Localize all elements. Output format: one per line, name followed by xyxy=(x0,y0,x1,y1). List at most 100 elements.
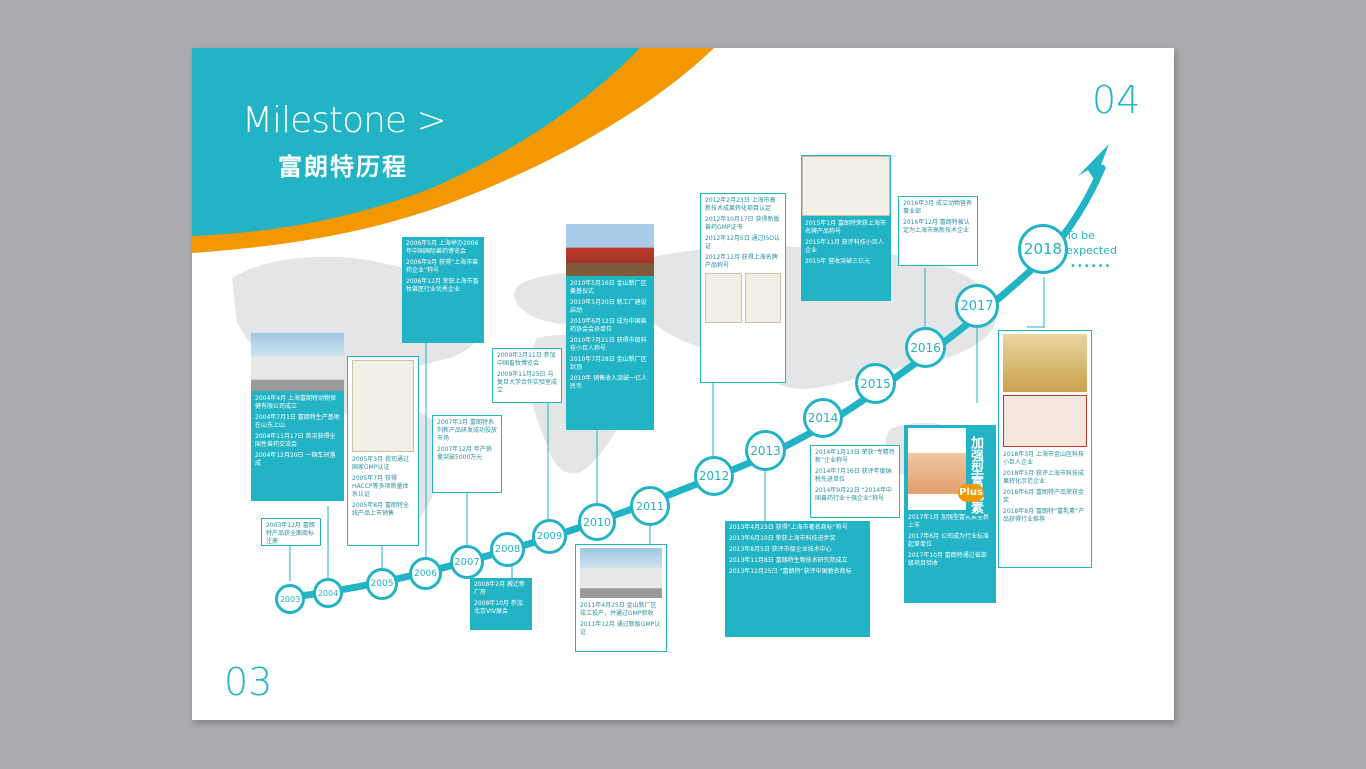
milestone-entry: 2015年11月 获评科技小巨人企业 xyxy=(805,239,884,254)
milestone-entry: 2009年3月11日 参加中国畜牧博览会 xyxy=(497,352,556,367)
milestone-entry: 2003年12月 富朗特产品获全面商标注册 xyxy=(266,522,315,545)
milestone-box-2015: 2015年1月 富朗特荣获上海市名牌产品称号 2015年11月 获评科技小巨人企… xyxy=(801,155,891,301)
year-node-2015: 2015 xyxy=(855,363,896,404)
milestone-entry: 2012年2月23日 上海市高新技术成果转化项目认定 xyxy=(705,197,776,212)
milestone-entry: 2008年2月 搬迁新厂房 xyxy=(474,581,525,596)
ceremony-photo xyxy=(566,224,654,276)
milestone-box-2013: 2013年4月23日 获得“上海市著名商标”称号 2013年6月10日 荣获上海… xyxy=(725,521,870,637)
milestone-box-2003: 2003年12月 富朗特产品获全面商标注册 xyxy=(261,518,321,546)
milestone-entry: 2007年12月 年产销量突破5000万元 xyxy=(437,446,492,461)
milestone-entry: 2012年12月5日 通过ISO认证 xyxy=(705,235,780,250)
milestone-entry: 2014年1月13日 荣获“专精特新”企业称号 xyxy=(815,449,895,464)
title-milestone: Milestone > xyxy=(242,100,447,141)
milestone-entry: 2017年6月 公司成为行业标准起草单位 xyxy=(908,533,989,548)
milestone-entry: 2018年6月 富朗特产品荣获金奖 xyxy=(1003,489,1084,504)
milestone-box-2008: 2008年2月 搬迁新厂房 2008年10月 参加北京VIV展会 xyxy=(470,578,532,630)
milestone-entry: 2010年7月21日 获得市级科技小巨人称号 xyxy=(570,337,647,352)
certificate-image xyxy=(802,156,890,216)
certificate-image xyxy=(705,273,742,323)
year-node-2017: 2017 xyxy=(955,284,999,328)
milestone-entry: 2010年5月20日 新工厂建设启动 xyxy=(570,299,647,314)
certificate-image xyxy=(352,360,414,452)
milestone-entry: 2014年9月22日 “2014年中国兽药行业十强企业”称号 xyxy=(815,487,893,502)
milestone-entry: 2016年3月 成立动物营养事业部 xyxy=(903,200,972,215)
certificate-row xyxy=(705,273,781,323)
future-dots: •••••• xyxy=(1070,261,1112,272)
product-name-tag: 加强型富乳素 xyxy=(966,434,984,516)
award-certificate-image xyxy=(1003,395,1087,447)
milestone-entry: 2004年4月 上海富朗特动物保健有限公司成立 xyxy=(255,395,336,410)
milestone-entry: 2012年12月 获得上海名牌产品称号 xyxy=(705,254,778,269)
milestone-box-2007: 2007年3月 富朗特系列新产品研发成功投放市场 2007年12月 年产销量突破… xyxy=(432,415,502,493)
milestone-entry: 2004年12月20日 一期车间落成 xyxy=(255,452,336,467)
milestone-box-2005: 2005年3月 我司通过国家GMP认证 2005年7月 获得HACCP等多项质量… xyxy=(347,356,419,546)
milestone-entry: 2011年4月25日 金山新厂区竣工投产，并通过GMP验收 xyxy=(580,602,657,617)
year-node-2008: 2008 xyxy=(490,532,525,567)
milestone-entry: 2014年7月16日 获评年度纳税先进单位 xyxy=(815,468,892,483)
year-node-2014: 2014 xyxy=(803,398,843,438)
milestone-entry: 2005年8月 富朗特全线产品上市销售 xyxy=(352,502,409,517)
milestone-entry: 2010年5月16日 金山新厂区奠基仪式 xyxy=(570,280,647,295)
milestone-entry: 2013年8月5日 获评市级企业技术中心 xyxy=(729,546,832,553)
milestone-entry: 2015年 营收突破三亿元 xyxy=(805,258,871,265)
milestone-entry: 2005年7月 获得HACCP等多项质量体系认证 xyxy=(352,475,409,498)
product-package-image xyxy=(908,428,966,510)
year-node-2012: 2012 xyxy=(694,456,734,496)
milestone-box-2014: 2014年1月13日 荣获“专精特新”企业称号 2014年7月16日 获评年度纳… xyxy=(810,445,900,518)
milestone-entry: 2004年7月1日 富朗特生产基地在山东上山 xyxy=(255,414,340,429)
title-chinese: 富朗特历程 xyxy=(278,153,408,181)
milestone-box-2016: 2016年3月 成立动物营养事业部 2016年12月 富朗特被认定为上海市高新技… xyxy=(898,196,978,266)
milestone-entry: 2013年6月10日 荣获上海市科技进步奖 xyxy=(729,535,836,542)
milestone-entry: 2015年1月 富朗特荣获上海市名牌产品称号 xyxy=(805,220,886,235)
milestone-box-2012: 2012年2月23日 上海市高新技术成果转化项目认定 2012年10月17日 获… xyxy=(700,193,786,383)
milestone-entry: 2006年9月 获得“上海市兽药企业”称号 xyxy=(406,259,479,274)
year-node-2003: 2003 xyxy=(275,584,305,614)
year-node-2006: 2006 xyxy=(409,557,442,590)
year-node-2016: 2016 xyxy=(905,327,946,368)
milestone-entry: 2010年6月12日 成为中国兽药协会会员单位 xyxy=(570,318,647,333)
milestone-entry: 2005年3月 我司通过国家GMP认证 xyxy=(352,456,409,471)
milestone-entry: 2006年12月 荣获上海市畜牧兽医行业优秀企业 xyxy=(406,278,479,293)
milestone-box-2011: 2011年4月25日 金山新厂区竣工投产，并通过GMP验收 2011年12月 通… xyxy=(575,544,667,652)
plus-badge: Plus xyxy=(958,484,984,502)
year-node-2009: 2009 xyxy=(532,519,567,554)
year-node-2010: 2010 xyxy=(578,503,616,541)
page-number-left: 03 xyxy=(224,660,273,704)
timeline-arrowhead xyxy=(1078,144,1109,181)
milestone-box-2009: 2009年3月11日 参加中国畜牧博览会 2009年11月25日 与复旦大学合作… xyxy=(492,348,562,403)
milestone-entry: 2018年3月 上海市金山区科技小巨人企业 xyxy=(1003,451,1084,466)
milestone-entry: 2007年3月 富朗特系列新产品研发成功投放市场 xyxy=(437,419,498,442)
milestone-entry: 2010年 销售收入突破一亿人民币 xyxy=(570,375,648,390)
certificate-image xyxy=(744,273,781,323)
award-plaque-image xyxy=(1003,334,1087,392)
milestone-box-2004: 2004年4月 上海富朗特动物保健有限公司成立 2004年7月1日 富朗特生产基… xyxy=(251,333,344,501)
year-node-2013: 2013 xyxy=(745,430,786,471)
brochure-spread: Milestone > 富朗特历程 03 04 To be expected •… xyxy=(192,48,1174,720)
milestone-entry: 2013年11月8日 富朗特生物技术研究院成立 xyxy=(729,557,848,564)
milestone-entry: 2018年5月 获评上海市科技成果转化示范企业 xyxy=(1003,470,1084,485)
milestone-entry: 2013年4月23日 获得“上海市著名商标”称号 xyxy=(729,524,848,531)
year-node-2018: 2018 xyxy=(1018,224,1068,274)
year-node-2011: 2011 xyxy=(630,486,670,526)
future-label: To be expected xyxy=(1066,229,1117,257)
milestone-entry: 2006年5月 上海举办2006年中国国际兽药博览会 xyxy=(406,240,479,255)
milestone-entry: 2012年10月17日 获得新版兽药GMP证书 xyxy=(705,216,780,231)
milestone-box-2010: 2010年5月16日 金山新厂区奠基仪式 2010年5月20日 新工厂建设启动 … xyxy=(566,224,654,430)
milestone-box-2018: 2018年3月 上海市金山区科技小巨人企业 2018年5月 获评上海市科技成果转… xyxy=(998,330,1092,568)
milestone-entry: 2004年11月17日 首次获得全国性兽药交流会 xyxy=(255,433,336,448)
page-number-right: 04 xyxy=(1092,78,1141,122)
milestone-entry: 2017年1月 加强型富乳素全新上市 xyxy=(908,514,989,529)
milestone-entry: 2010年7月28日 金山新厂区封顶 xyxy=(570,356,647,371)
milestone-entry: 2016年12月 富朗特被认定为上海市高新技术企业 xyxy=(903,219,970,234)
milestone-box-2006: 2006年5月 上海举办2006年中国国际兽药博览会 2006年9月 获得“上海… xyxy=(402,237,484,343)
milestone-entry: 2017年10月 富朗特通过省部级项目验收 xyxy=(908,552,987,567)
milestone-entry: 2018年8月 富朗特“富乳素”产品获得行业推荐 xyxy=(1003,508,1085,523)
new-factory-photo xyxy=(580,548,662,598)
year-node-2004: 2004 xyxy=(313,578,343,608)
milestone-entry: 2013年12月25日 “富朗特”获评中国驰名商标 xyxy=(729,568,852,575)
milestone-entry: 2011年12月 通过新版GMP认证 xyxy=(580,621,661,636)
milestone-entry: 2008年10月 参加北京VIV展会 xyxy=(474,600,523,615)
year-node-2007: 2007 xyxy=(450,545,484,579)
year-node-2005: 2005 xyxy=(366,568,398,600)
milestone-entry: 2009年11月25日 与复旦大学合作实验室成立 xyxy=(497,371,558,394)
